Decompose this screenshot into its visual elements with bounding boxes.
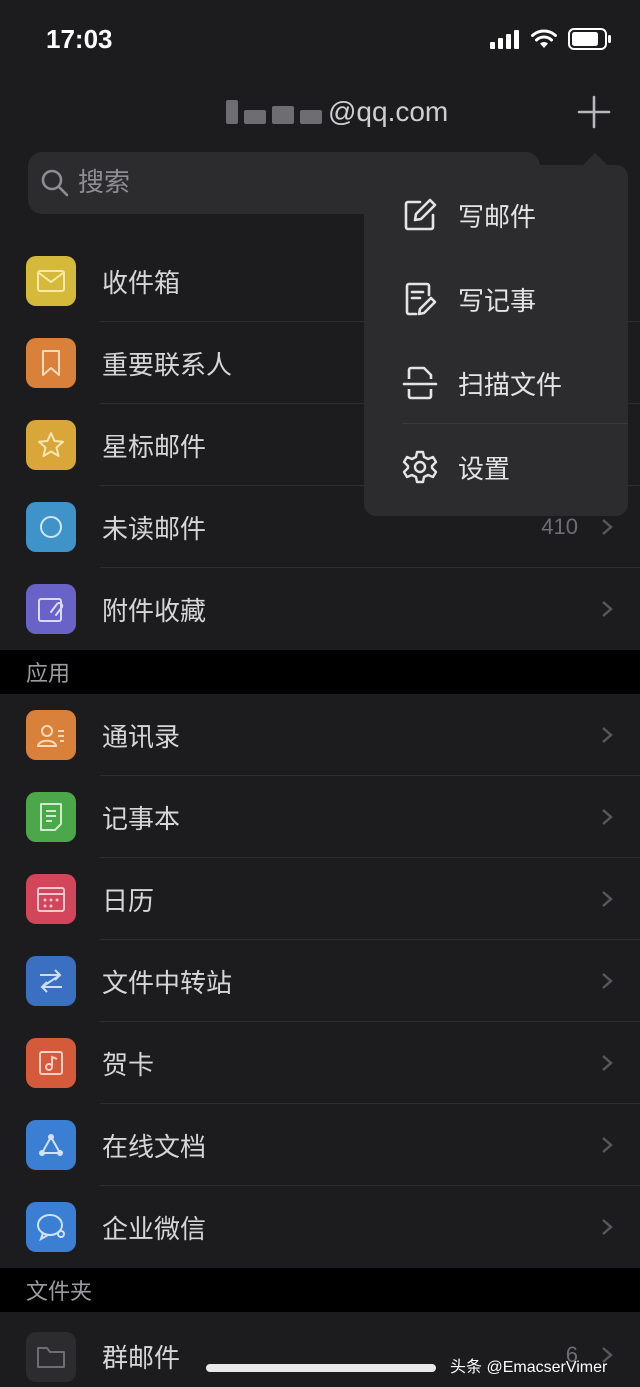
menu-label: 写邮件 <box>458 202 537 233</box>
scan-icon <box>402 366 438 400</box>
menu-item-compose-mail[interactable]: 写邮件 <box>364 173 628 257</box>
app-row-notepad[interactable]: 记事本 <box>0 776 640 858</box>
wework-icon <box>26 1202 76 1252</box>
wifi-icon <box>531 29 557 48</box>
section-header-folders: 文件夹 <box>0 1268 640 1312</box>
battery-icon <box>568 28 611 50</box>
chevron-right-icon <box>602 973 613 989</box>
app-row-greeting-card[interactable]: 贺卡 <box>0 1022 640 1104</box>
status-time: 17:03 <box>46 24 113 54</box>
star-icon <box>26 420 76 470</box>
attachment-icon <box>26 584 76 634</box>
home-indicator[interactable] <box>206 1364 436 1372</box>
status-bar: 17:03 <box>0 0 640 80</box>
menu-label: 扫描文件 <box>458 370 563 401</box>
card-icon <box>26 1038 76 1088</box>
row-label: 日历 <box>102 886 155 917</box>
row-label: 通讯录 <box>102 722 181 753</box>
app-row-contacts[interactable]: 通讯录 <box>0 694 640 776</box>
circle-icon <box>26 502 76 552</box>
doc-share-icon <box>26 1120 76 1170</box>
app-row-online-docs[interactable]: 在线文档 <box>0 1104 640 1186</box>
contacts-icon <box>26 710 76 760</box>
row-label: 记事本 <box>102 804 181 835</box>
menu-item-write-note[interactable]: 写记事 <box>364 257 628 341</box>
chevron-right-icon <box>602 1137 613 1153</box>
chevron-right-icon <box>602 727 613 743</box>
row-label: 重要联系人 <box>102 350 233 381</box>
menu-label: 写记事 <box>458 286 537 317</box>
redacted-block <box>226 100 238 124</box>
menu-divider <box>402 423 628 424</box>
note-edit-icon <box>405 282 437 316</box>
chevron-right-icon <box>602 519 613 535</box>
app-row-wework[interactable]: 企业微信 <box>0 1186 640 1268</box>
bookmark-icon <box>26 338 76 388</box>
menu-item-scan-document[interactable]: 扫描文件 <box>364 341 628 425</box>
gear-icon <box>402 450 438 484</box>
row-label: 文件中转站 <box>102 968 233 999</box>
search-icon <box>41 169 69 197</box>
menu-item-settings[interactable]: 设置 <box>364 425 628 509</box>
chevron-right-icon <box>602 891 613 907</box>
app-row-file-transfer[interactable]: 文件中转站 <box>0 940 640 1022</box>
add-menu-popup: 写邮件 写记事 扫描文件 设置 <box>364 165 628 516</box>
chevron-right-icon <box>602 601 613 617</box>
calendar-icon <box>26 874 76 924</box>
chevron-right-icon <box>602 1219 613 1235</box>
row-label: 贺卡 <box>102 1050 155 1081</box>
row-label: 附件收藏 <box>102 596 207 627</box>
notepad-icon <box>26 792 76 842</box>
app-row-calendar[interactable]: 日历 <box>0 858 640 940</box>
folder-icon <box>26 1332 76 1382</box>
redacted-block <box>300 110 322 124</box>
watermark: 头条 @EmacserVimer <box>450 1359 608 1376</box>
row-label: 在线文档 <box>102 1132 207 1163</box>
account-email: @qq.com <box>328 96 449 127</box>
redacted-block <box>244 110 266 124</box>
chevron-right-icon <box>602 809 613 825</box>
status-icons <box>490 28 612 50</box>
transfer-icon <box>26 956 76 1006</box>
menu-label: 设置 <box>458 454 511 485</box>
add-icon[interactable] <box>576 94 612 130</box>
redacted-block <box>272 106 294 124</box>
chevron-right-icon <box>602 1055 613 1071</box>
row-label: 收件箱 <box>102 268 181 299</box>
unread-count: 410 <box>541 514 578 539</box>
signal-icon <box>490 30 519 49</box>
account-switcher[interactable]: @qq.com <box>226 96 448 128</box>
row-label: 星标邮件 <box>102 432 207 463</box>
popup-arrow <box>583 153 607 165</box>
mailbox-row-attachments[interactable]: 附件收藏 <box>0 568 640 650</box>
row-label: 群邮件 <box>102 1344 181 1374</box>
inbox-icon <box>26 256 76 306</box>
compose-icon <box>404 198 437 231</box>
row-label: 未读邮件 <box>102 514 207 545</box>
header: @qq.com <box>0 80 640 150</box>
section-header-apps: 应用 <box>0 650 640 694</box>
row-label: 企业微信 <box>102 1214 207 1245</box>
